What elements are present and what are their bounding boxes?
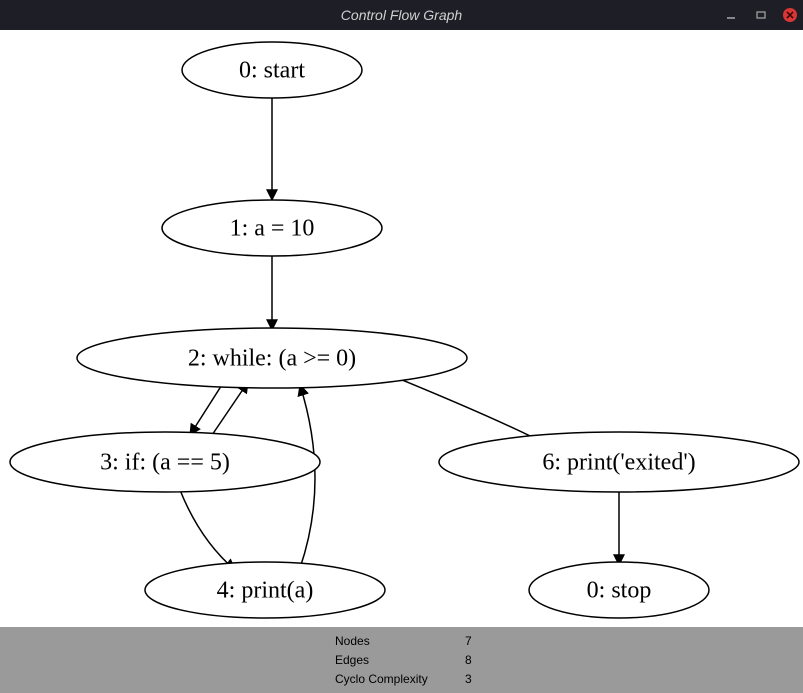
graph-canvas[interactable]: 0: start 1: a = 10 2: while: (a >= 0) 3:… xyxy=(0,30,803,627)
svg-text:0: stop: 0: stop xyxy=(587,578,652,604)
svg-text:6: print('exited'): 6: print('exited') xyxy=(542,450,695,476)
maximize-button[interactable] xyxy=(753,7,769,23)
close-button[interactable] xyxy=(783,8,797,22)
stats-label-nodes: Nodes xyxy=(335,634,465,648)
edge-while-to-if xyxy=(190,380,225,435)
titlebar: Control Flow Graph xyxy=(0,0,803,30)
node-start: 0: start xyxy=(182,42,362,98)
maximize-icon xyxy=(755,9,767,21)
stats-row-cyclo: Cyclo Complexity 3 xyxy=(335,670,803,689)
app-window: Control Flow Graph xyxy=(0,0,803,693)
stats-value-edges: 8 xyxy=(465,653,472,667)
window-controls xyxy=(723,7,797,23)
stats-row-nodes: Nodes 7 xyxy=(335,632,803,651)
node-stop: 0: stop xyxy=(529,562,709,618)
node-print-a: 4: print(a) xyxy=(145,562,385,618)
svg-text:0: start: 0: start xyxy=(239,58,305,84)
stats-bar: Nodes 7 Edges 8 Cyclo Complexity 3 xyxy=(0,627,803,693)
close-icon xyxy=(786,11,794,19)
edge-if-to-print-a xyxy=(180,490,235,570)
svg-text:1: a = 10: 1: a = 10 xyxy=(230,216,315,242)
stats-label-edges: Edges xyxy=(335,653,465,667)
stats-value-nodes: 7 xyxy=(465,634,472,648)
node-a-10: 1: a = 10 xyxy=(162,200,382,256)
window-title: Control Flow Graph xyxy=(341,7,462,23)
control-flow-graph: 0: start 1: a = 10 2: while: (a >= 0) 3:… xyxy=(0,30,803,627)
minimize-icon xyxy=(725,9,737,21)
edge-while-to-print-exited xyxy=(390,375,548,445)
svg-text:2: while: (a >= 0): 2: while: (a >= 0) xyxy=(188,346,356,372)
node-print-exited: 6: print('exited') xyxy=(439,432,799,492)
stats-row-edges: Edges 8 xyxy=(335,651,803,670)
minimize-button[interactable] xyxy=(723,7,739,23)
stats-value-cyclo: 3 xyxy=(465,672,472,686)
node-while: 2: while: (a >= 0) xyxy=(77,328,467,388)
edge-if-to-while xyxy=(210,382,248,438)
node-if: 3: if: (a == 5) xyxy=(10,432,320,492)
svg-text:3: if: (a == 5): 3: if: (a == 5) xyxy=(100,450,230,476)
svg-text:4: print(a): 4: print(a) xyxy=(217,578,314,604)
stats-label-cyclo: Cyclo Complexity xyxy=(335,672,465,686)
